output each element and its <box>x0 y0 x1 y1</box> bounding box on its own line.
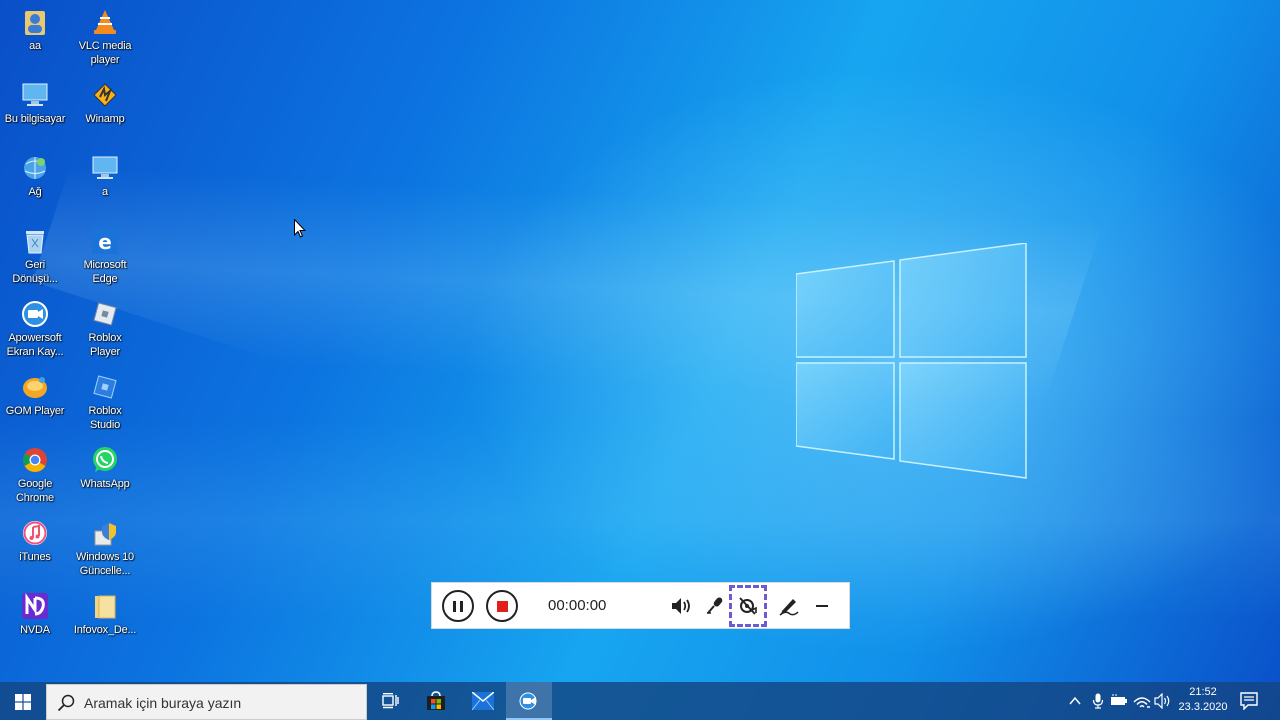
clock-date: 23.3.2020 <box>1178 701 1228 713</box>
folder-icon <box>90 591 120 621</box>
desktop-icon-itunes[interactable]: iTunes <box>0 515 70 588</box>
recycle-bin-icon <box>20 226 50 256</box>
store-icon <box>427 691 445 710</box>
pen-icon <box>779 599 799 616</box>
annotate-button[interactable] <box>777 594 801 618</box>
desktop-icon-a[interactable]: a <box>70 150 140 223</box>
taskbar-screen-recorder[interactable] <box>506 682 552 720</box>
minimize-icon <box>816 605 828 607</box>
pause-icon <box>453 600 463 612</box>
microphone-tray-icon[interactable] <box>1089 693 1107 709</box>
user-folder-icon <box>20 7 50 37</box>
windows-start-icon <box>15 694 31 710</box>
desktop-icon-vlc[interactable]: VLC media player <box>70 4 140 77</box>
desktop-icon-google-chrome[interactable]: Google Chrome <box>0 442 70 515</box>
microphone-icon <box>707 597 723 614</box>
desktop-icons-column-2: VLC media player Winamp a e Microsoft Ed… <box>70 4 140 661</box>
windows-wallpaper-logo <box>796 243 1027 479</box>
screen-recorder-toolbar: 00:00:00 <box>431 582 850 629</box>
desktop-icon-microsoft-edge[interactable]: e Microsoft Edge <box>70 223 140 296</box>
desktop-icon-infovox-folder[interactable]: Infovox_De... <box>70 588 140 661</box>
action-center-icon[interactable] <box>1240 692 1258 710</box>
roblox-studio-icon <box>90 372 120 402</box>
svg-text:e: e <box>98 230 112 254</box>
winamp-icon <box>90 80 120 110</box>
pause-button[interactable] <box>442 590 474 622</box>
taskbar: Aramak için buraya yazın 21:52 23.3.2020 <box>0 682 1280 720</box>
wifi-icon[interactable] <box>1133 693 1151 709</box>
minimize-button[interactable] <box>810 594 834 618</box>
desktop-icon-gom-player[interactable]: GOM Player <box>0 369 70 442</box>
stop-button[interactable] <box>486 590 518 622</box>
desktop-icon-winamp[interactable]: Winamp <box>70 77 140 150</box>
speaker-icon <box>672 598 690 614</box>
desktop-icon-this-pc[interactable]: Bu bilgisayar <box>0 77 70 150</box>
mail-icon <box>472 692 494 710</box>
webcam-off-icon <box>739 597 757 615</box>
computer-shortcut-icon <box>90 153 120 183</box>
edge-icon: e <box>90 226 120 256</box>
chrome-icon <box>20 445 50 475</box>
task-view-button[interactable] <box>367 682 413 720</box>
desktop-icons-column-1: aa Bu bilgisayar Ağ Geri Dönüşü... Apowe… <box>0 4 70 661</box>
search-icon <box>57 694 75 712</box>
roblox-player-icon <box>90 299 120 329</box>
stop-icon <box>496 600 508 612</box>
battery-icon[interactable] <box>1110 693 1128 709</box>
task-view-icon <box>382 693 399 709</box>
computer-icon <box>20 80 50 110</box>
recorder-app-icon <box>519 692 537 710</box>
desktop-icon-network[interactable]: Ağ <box>0 150 70 223</box>
microphone-button[interactable] <box>703 594 727 618</box>
whatsapp-icon <box>90 445 120 475</box>
system-sound-button[interactable] <box>670 594 694 618</box>
search-placeholder: Aramak için buraya yazın <box>84 695 242 711</box>
vlc-icon <box>90 7 120 37</box>
desktop-icon-roblox-player[interactable]: Roblox Player <box>70 296 140 369</box>
itunes-icon <box>20 518 50 548</box>
desktop-icon-windows-update[interactable]: Windows 10 Güncelle... <box>70 515 140 588</box>
volume-icon[interactable] <box>1154 693 1172 709</box>
taskbar-microsoft-store[interactable] <box>413 682 459 720</box>
desktop-icon-apowersoft[interactable]: Apowersoft Ekran Kay... <box>0 296 70 369</box>
taskbar-search-box[interactable]: Aramak için buraya yazın <box>46 684 367 720</box>
clock-time: 21:52 <box>1189 686 1217 698</box>
desktop-icon-aa[interactable]: aa <box>0 4 70 77</box>
taskbar-clock[interactable]: 21:52 23.3.2020 <box>1176 685 1230 715</box>
windows-update-icon <box>90 518 120 548</box>
mouse-cursor-icon <box>294 219 306 238</box>
apowersoft-icon <box>20 299 50 329</box>
desktop-icon-whatsapp[interactable]: WhatsApp <box>70 442 140 515</box>
webcam-toggle-button[interactable] <box>729 585 767 627</box>
desktop-icon-nvda[interactable]: NVDA <box>0 588 70 661</box>
chevron-up-icon[interactable] <box>1066 693 1084 709</box>
start-button[interactable] <box>0 682 46 720</box>
desktop-icon-roblox-studio[interactable]: Roblox Studio <box>70 369 140 442</box>
taskbar-mail[interactable] <box>460 682 506 720</box>
network-icon <box>20 153 50 183</box>
nvda-icon <box>20 591 50 621</box>
recording-timer: 00:00:00 <box>548 597 607 614</box>
gom-player-icon <box>20 372 50 402</box>
desktop-icon-recycle-bin[interactable]: Geri Dönüşü... <box>0 223 70 296</box>
